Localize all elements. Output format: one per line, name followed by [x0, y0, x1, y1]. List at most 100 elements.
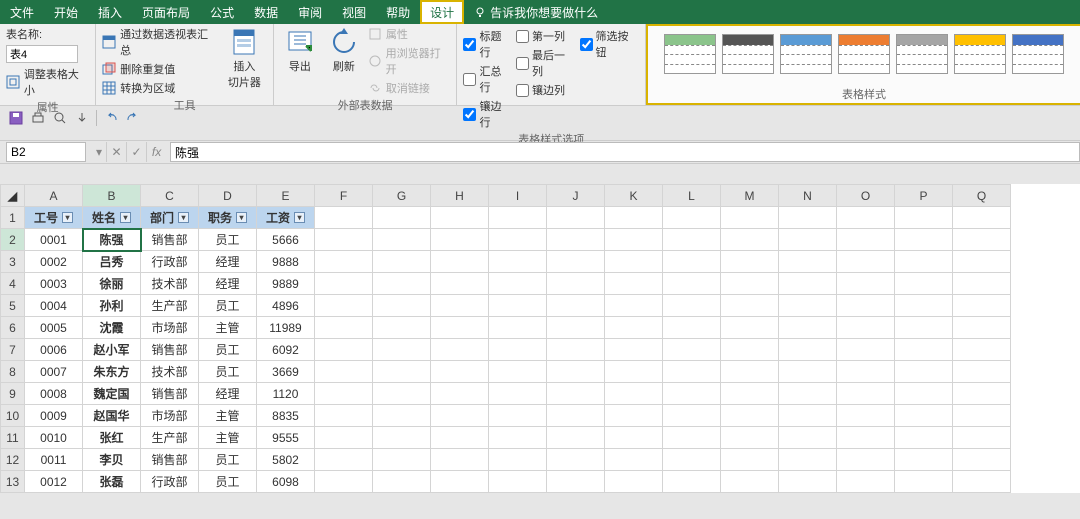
cell[interactable]: [489, 251, 547, 273]
cell[interactable]: [489, 471, 547, 493]
col-header-B[interactable]: B: [83, 185, 141, 207]
filter-dropdown-icon[interactable]: ▾: [178, 212, 189, 223]
cell[interactable]: [663, 383, 721, 405]
cell[interactable]: [779, 251, 837, 273]
menu-视图[interactable]: 视图: [332, 0, 376, 24]
cell[interactable]: [953, 427, 1011, 449]
cell[interactable]: [895, 251, 953, 273]
cell[interactable]: [953, 361, 1011, 383]
col-header-A[interactable]: A: [25, 185, 83, 207]
touch-mode-icon[interactable]: [74, 110, 90, 126]
cell-A10[interactable]: 0009: [25, 405, 83, 427]
cell[interactable]: [779, 427, 837, 449]
cell[interactable]: [663, 449, 721, 471]
tell-me-search[interactable]: 告诉我你想要做什么: [464, 0, 608, 24]
cell[interactable]: [373, 405, 431, 427]
table-header-3[interactable]: 职务▾: [199, 207, 257, 229]
table-header-4[interactable]: 工资▾: [257, 207, 315, 229]
cell[interactable]: [953, 471, 1011, 493]
cell[interactable]: [721, 273, 779, 295]
cell[interactable]: [547, 361, 605, 383]
cell[interactable]: [373, 449, 431, 471]
cell[interactable]: [431, 427, 489, 449]
row-header-1[interactable]: 1: [1, 207, 25, 229]
cell[interactable]: [431, 207, 489, 229]
cell[interactable]: [721, 427, 779, 449]
table-header-2[interactable]: 部门▾: [141, 207, 199, 229]
cell[interactable]: [779, 273, 837, 295]
cell-E2[interactable]: 5666: [257, 229, 315, 251]
cell-B6[interactable]: 沈霞: [83, 317, 141, 339]
cell[interactable]: [489, 229, 547, 251]
cell-C12[interactable]: 销售部: [141, 449, 199, 471]
col-header-O[interactable]: O: [837, 185, 895, 207]
cell-C5[interactable]: 生产部: [141, 295, 199, 317]
table-header-1[interactable]: 姓名▾: [83, 207, 141, 229]
check-total-input[interactable]: [463, 73, 476, 86]
col-header-Q[interactable]: Q: [953, 185, 1011, 207]
cell-A7[interactable]: 0006: [25, 339, 83, 361]
cell-D8[interactable]: 员工: [199, 361, 257, 383]
cell[interactable]: [489, 207, 547, 229]
cell[interactable]: [373, 361, 431, 383]
menu-页面布局[interactable]: 页面布局: [132, 0, 200, 24]
check-first-col[interactable]: 第一列: [516, 28, 575, 44]
cell[interactable]: [837, 427, 895, 449]
cell[interactable]: [779, 207, 837, 229]
cell[interactable]: [315, 251, 373, 273]
row-header-9[interactable]: 9: [1, 383, 25, 405]
cell[interactable]: [663, 251, 721, 273]
col-header-J[interactable]: J: [547, 185, 605, 207]
cell[interactable]: [953, 251, 1011, 273]
check-last-col-input[interactable]: [516, 57, 529, 70]
row-header-8[interactable]: 8: [1, 361, 25, 383]
cell[interactable]: [605, 229, 663, 251]
cell-D6[interactable]: 主管: [199, 317, 257, 339]
cell-B9[interactable]: 魏定国: [83, 383, 141, 405]
cell[interactable]: [605, 449, 663, 471]
table-style-3[interactable]: [838, 34, 890, 74]
cell-A4[interactable]: 0003: [25, 273, 83, 295]
cell[interactable]: [315, 405, 373, 427]
cell-E9[interactable]: 1120: [257, 383, 315, 405]
cell-B11[interactable]: 张红: [83, 427, 141, 449]
cancel-icon[interactable]: ✕: [106, 142, 126, 162]
col-header-F[interactable]: F: [315, 185, 373, 207]
menu-帮助[interactable]: 帮助: [376, 0, 420, 24]
cell[interactable]: [837, 229, 895, 251]
row-header-11[interactable]: 11: [1, 427, 25, 449]
cell[interactable]: [953, 317, 1011, 339]
cell[interactable]: [837, 295, 895, 317]
cell[interactable]: [431, 383, 489, 405]
cell-A3[interactable]: 0002: [25, 251, 83, 273]
cell-B5[interactable]: 孙利: [83, 295, 141, 317]
row-header-10[interactable]: 10: [1, 405, 25, 427]
cell[interactable]: [315, 361, 373, 383]
cell[interactable]: [663, 229, 721, 251]
cell-C10[interactable]: 市场部: [141, 405, 199, 427]
cell[interactable]: [605, 361, 663, 383]
cell[interactable]: [315, 229, 373, 251]
cell[interactable]: [837, 383, 895, 405]
cell[interactable]: [605, 207, 663, 229]
col-header-K[interactable]: K: [605, 185, 663, 207]
cell-D4[interactable]: 经理: [199, 273, 257, 295]
cell[interactable]: [779, 339, 837, 361]
table-name-input[interactable]: [6, 45, 78, 63]
cell-D9[interactable]: 经理: [199, 383, 257, 405]
cell[interactable]: [547, 405, 605, 427]
cell-A8[interactable]: 0007: [25, 361, 83, 383]
cell-A12[interactable]: 0011: [25, 449, 83, 471]
cell[interactable]: [373, 251, 431, 273]
cell[interactable]: [373, 427, 431, 449]
cell[interactable]: [431, 361, 489, 383]
cell[interactable]: [489, 361, 547, 383]
check-total-row[interactable]: 汇总行: [463, 63, 512, 95]
menu-文件[interactable]: 文件: [0, 0, 44, 24]
cell-C6[interactable]: 市场部: [141, 317, 199, 339]
cell-C7[interactable]: 销售部: [141, 339, 199, 361]
menu-设计[interactable]: 设计: [420, 0, 464, 24]
cell[interactable]: [431, 295, 489, 317]
cell[interactable]: [605, 383, 663, 405]
cell[interactable]: [605, 251, 663, 273]
